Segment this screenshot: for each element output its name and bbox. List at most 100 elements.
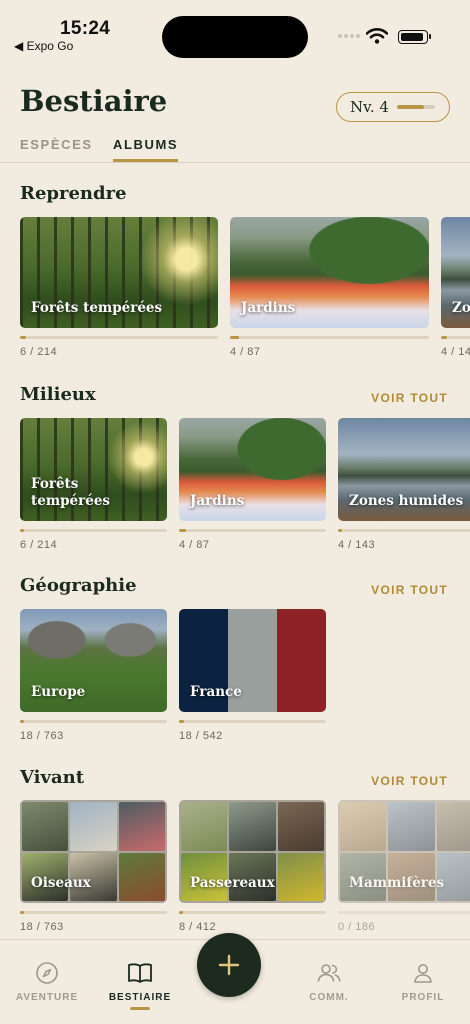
battery-icon <box>398 30 431 44</box>
section-title-vivant: Vivant <box>20 767 85 788</box>
nav-bestiaire[interactable]: BESTIAIRE <box>95 940 185 1010</box>
album-title: Forêts tempérées <box>31 300 163 317</box>
album-card[interactable]: Jardins 4 / 87 <box>179 418 326 551</box>
album-title: France <box>190 684 242 701</box>
album-image: Oiseaux <box>20 800 167 903</box>
album-count: 6 / 214 <box>20 346 58 358</box>
album-image: Jardins <box>230 217 429 328</box>
album-count: 4 / 87 <box>230 346 261 358</box>
album-progress-fill <box>20 336 26 339</box>
tab-especes[interactable]: ESPÈCES <box>20 137 93 152</box>
nav-label: AVENTURE <box>15 992 79 1003</box>
album-image: Mammifères <box>338 800 470 903</box>
add-button[interactable] <box>197 933 261 997</box>
back-to-expo-go[interactable]: ◀ Expo Go <box>14 39 73 53</box>
album-image: Passereaux <box>179 800 326 903</box>
album-card[interactable]: Passereaux 8 / 412 <box>179 800 326 933</box>
album-image: Zones humides <box>338 418 470 521</box>
album-progress-bar <box>179 720 326 723</box>
level-progress-bar <box>396 105 435 109</box>
see-all-geographie-link[interactable]: VOIR TOUT <box>371 583 448 597</box>
album-card[interactable]: Oiseaux 18 / 763 <box>20 800 167 933</box>
reprendre-carousel[interactable]: Forêts tempérées 6 / 214 Jardins 4 / 87 … <box>0 217 470 367</box>
album-count: 8 / 412 <box>179 921 217 933</box>
album-card-locked[interactable]: Mammifères 0 / 186 <box>338 800 470 933</box>
album-card[interactable]: France 18 / 542 <box>179 609 326 742</box>
album-progress-bar <box>230 336 429 339</box>
album-progress-bar <box>179 529 326 532</box>
album-title: Passereaux <box>190 875 275 892</box>
section-title-geographie: Géographie <box>20 575 137 596</box>
album-progress-bar <box>20 336 218 339</box>
album-card[interactable]: Zones humides 4 / 143 <box>338 418 470 551</box>
album-image: France <box>179 609 326 712</box>
book-icon <box>128 963 152 983</box>
album-progress-fill <box>338 529 343 532</box>
milieux-carousel[interactable]: Forêts tempérées 6 / 214 Jardins 4 / 87 … <box>0 418 470 558</box>
album-title: Europe <box>31 684 86 701</box>
album-card[interactable]: Jardins 4 / 87 <box>230 217 429 358</box>
album-count: 0 / 186 <box>338 921 376 933</box>
album-count: 4 / 87 <box>179 539 210 551</box>
album-card[interactable]: Europe 18 / 763 <box>20 609 167 742</box>
album-title: Zo <box>452 300 470 317</box>
see-all-milieux-link[interactable]: VOIR TOUT <box>371 391 448 405</box>
album-count: 4 / 14 <box>441 346 470 358</box>
nav-label: COMM. <box>309 992 349 1003</box>
nav-label: PROFIL <box>401 992 445 1003</box>
album-progress-bar <box>338 911 470 914</box>
active-nav-indicator <box>130 1007 150 1010</box>
see-all-vivant-link[interactable]: VOIR TOUT <box>371 774 448 788</box>
wifi-icon <box>366 28 388 44</box>
album-image: Europe <box>20 609 167 712</box>
level-progress-fill <box>396 105 424 109</box>
album-progress-fill <box>179 529 186 532</box>
album-card[interactable]: Forêts tempérées 6 / 214 <box>20 217 218 358</box>
album-progress-bar <box>338 529 470 532</box>
album-image: Jardins <box>179 418 326 521</box>
album-progress-bar <box>20 529 167 532</box>
users-icon <box>317 964 341 982</box>
nav-aventure[interactable]: AVENTURE <box>2 940 92 1003</box>
album-card[interactable]: Forêts tempérées 6 / 214 <box>20 418 167 551</box>
album-progress-fill <box>20 911 24 914</box>
section-title-reprendre: Reprendre <box>20 183 127 204</box>
tab-albums[interactable]: ALBUMS <box>113 137 178 152</box>
vivant-carousel[interactable]: Oiseaux 18 / 763 Passereaux 8 / 412 Mamm… <box>0 800 470 938</box>
album-image: Forêts tempérées <box>20 217 218 328</box>
level-label: Nv. 4 <box>350 98 389 116</box>
album-title: Zones humides <box>349 493 464 510</box>
album-progress-fill <box>20 529 25 532</box>
album-count: 18 / 542 <box>179 730 223 742</box>
album-count: 18 / 763 <box>20 921 64 933</box>
album-progress-bar <box>20 911 167 914</box>
plus-icon <box>218 954 240 976</box>
album-count: 6 / 214 <box>20 539 58 551</box>
album-title: Oiseaux <box>31 875 91 892</box>
signal-icon <box>338 34 360 38</box>
level-badge[interactable]: Nv. 4 <box>336 92 450 122</box>
geographie-carousel[interactable]: Europe 18 / 763 France 18 / 542 <box>0 609 470 749</box>
dynamic-island <box>162 16 308 58</box>
section-title-milieux: Milieux <box>20 384 96 405</box>
nav-label: BESTIAIRE <box>108 992 172 1003</box>
album-progress-fill <box>20 720 24 723</box>
album-progress-fill <box>179 911 183 914</box>
album-title: Jardins <box>190 493 245 510</box>
album-image: Forêts tempérées <box>20 418 167 521</box>
album-count: 4 / 143 <box>338 539 376 551</box>
album-title: Mammifères <box>349 875 445 892</box>
page-title: Bestiaire <box>20 84 168 118</box>
compass-icon <box>36 962 58 984</box>
user-icon <box>414 964 432 983</box>
nav-communaute[interactable]: COMM. <box>284 940 374 1003</box>
album-progress-fill <box>179 720 184 723</box>
album-progress-bar <box>20 720 167 723</box>
album-title: Forêts tempérées <box>31 476 111 510</box>
album-progress-fill <box>230 336 240 339</box>
album-card[interactable]: Zo 4 / 14 <box>441 217 470 358</box>
album-image: Zo <box>441 217 470 328</box>
nav-profil[interactable]: PROFIL <box>378 940 468 1003</box>
album-count: 18 / 763 <box>20 730 64 742</box>
album-progress-bar <box>179 911 326 914</box>
